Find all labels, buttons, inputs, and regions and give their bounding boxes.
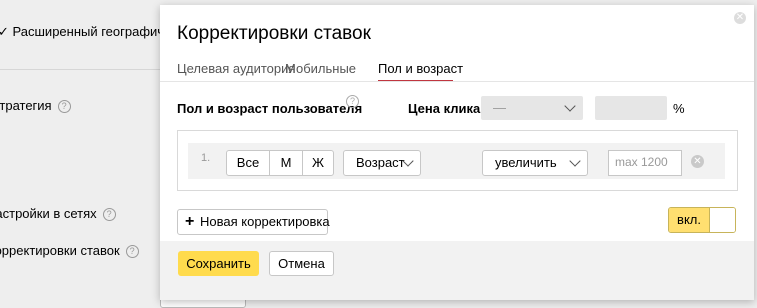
price-label: Цена клика	[408, 101, 481, 116]
adjustment-row: 1. Все М Ж Возраст увеличить ✕	[188, 143, 725, 179]
dialog-footer: Сохранить Отмена	[160, 241, 754, 300]
add-adjustment-label: Новая корректировка	[200, 214, 330, 229]
bg-divider	[0, 69, 170, 70]
adjustments-panel: 1. Все М Ж Возраст увеличить ✕	[177, 130, 738, 191]
save-button[interactable]: Сохранить	[178, 251, 259, 276]
bg-strategy-label: Стратегия	[0, 98, 52, 113]
bg-bid-adjustments: Корректировки ставок?	[0, 243, 139, 258]
bg-network-label: Настройки в сетях	[0, 206, 97, 221]
price-select-value: —	[493, 100, 506, 115]
age-select[interactable]: Возраст	[343, 150, 421, 176]
tab-target-audience[interactable]: Целевая аудитория	[177, 61, 295, 76]
chevron-down-icon	[569, 155, 581, 167]
help-icon[interactable]: ?	[102, 208, 116, 221]
gender-all-button[interactable]: Все	[227, 151, 270, 175]
dialog-title: Корректировки ставок	[177, 23, 371, 44]
price-percent-input	[595, 96, 667, 120]
add-adjustment-button[interactable]: + Новая корректировка	[177, 209, 330, 235]
tab-gender-age[interactable]: Пол и возраст	[378, 61, 463, 76]
help-icon[interactable]: ?	[346, 95, 359, 108]
remove-row-icon[interactable]: ✕	[691, 155, 704, 168]
plus-icon: +	[185, 213, 195, 230]
age-select-label: Возраст	[356, 155, 405, 170]
percent-unit: %	[673, 101, 685, 116]
percent-input-field[interactable]	[608, 150, 682, 176]
action-select[interactable]: увеличить	[482, 150, 588, 176]
bg-bid-label: Корректировки ставок	[0, 243, 120, 258]
gender-male-button[interactable]: М	[270, 151, 303, 175]
tab-mobile[interactable]: Мобильные	[285, 61, 356, 76]
price-select: —	[481, 96, 583, 120]
bid-adjustments-dialog: ✕ Корректировки ставок Целевая аудитория…	[160, 5, 754, 300]
toggle-on-label: вкл.	[669, 208, 709, 232]
gender-female-button[interactable]: Ж	[303, 151, 333, 175]
cancel-button[interactable]: Отмена	[269, 251, 334, 276]
tabs-divider	[160, 81, 754, 82]
row-index: 1.	[201, 152, 211, 164]
close-icon[interactable]: ✕	[734, 12, 746, 24]
section-label: Пол и возраст пользователя	[177, 101, 363, 116]
checkmark-icon: ✓	[0, 24, 9, 39]
help-icon[interactable]: ?	[125, 245, 139, 258]
help-icon[interactable]: ?	[57, 100, 71, 113]
toggle-knob[interactable]	[709, 208, 735, 232]
bg-network-settings: Настройки в сетях?	[0, 206, 116, 221]
action-select-label: увеличить	[495, 155, 557, 170]
bg-strategy: Стратегия?	[0, 98, 71, 113]
enable-toggle[interactable]: вкл.	[668, 207, 736, 233]
percent-input[interactable]	[609, 151, 679, 173]
gender-segmented-control: Все М Ж	[226, 150, 334, 176]
chevron-down-icon	[564, 100, 576, 112]
